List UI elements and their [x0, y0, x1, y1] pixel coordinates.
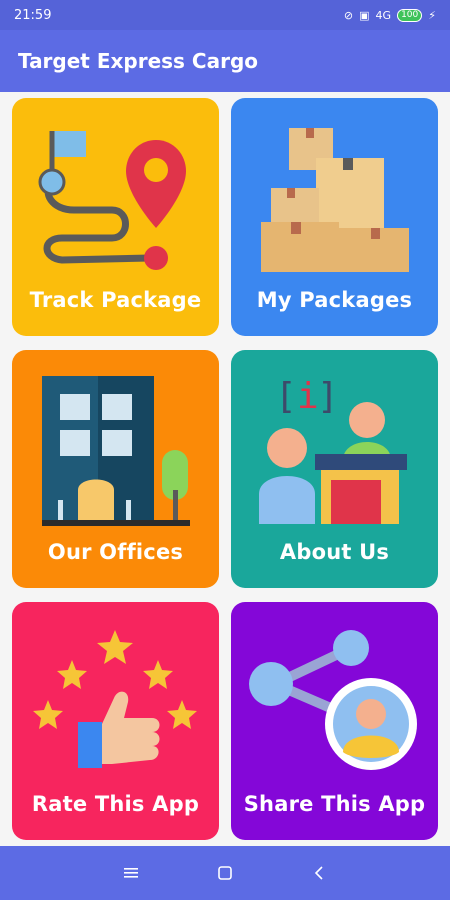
status-icons: ⊘ ▣ 4G 100 ⚡ [343, 8, 436, 22]
status-bar: 21:59 ⊘ ▣ 4G 100 ⚡ [0, 0, 450, 30]
battery-icon: 100 [397, 8, 423, 22]
status-time: 21:59 [14, 7, 52, 23]
battery-level: 100 [401, 9, 419, 20]
track-package-card[interactable]: Track Package [12, 98, 219, 336]
network-label: 4G [375, 8, 392, 22]
navigation-bar [0, 846, 450, 900]
svg-text:[: [ [275, 376, 297, 417]
card-label: Our Offices [47, 540, 184, 564]
rate-this-app-card[interactable]: Rate This App [12, 602, 219, 840]
card-label: Rate This App [31, 792, 200, 816]
app-bar: Target Express Cargo [0, 30, 450, 92]
card-label: Share This App [243, 792, 426, 816]
card-label: My Packages [256, 288, 413, 312]
bolt-icon: ⚡ [428, 8, 436, 22]
alarm-off-icon: ⊘ [343, 8, 354, 22]
svg-text:]: ] [317, 376, 339, 417]
app-title: Target Express Cargo [18, 49, 258, 73]
share-this-app-card[interactable]: Share This App [231, 602, 438, 840]
notification-icon: ▣ [359, 8, 370, 22]
about-us-card[interactable]: [ i ] About Us [231, 350, 438, 588]
back-chevron-icon [314, 866, 323, 880]
home-square-icon [218, 866, 232, 880]
my-packages-card[interactable]: My Packages [231, 98, 438, 336]
home-button[interactable] [178, 865, 272, 881]
our-offices-card[interactable]: Our Offices [12, 350, 219, 588]
svg-text:i: i [297, 376, 319, 417]
menu-icon [124, 868, 138, 878]
menu-grid: Track Package My Packages Our Offices [… [0, 92, 450, 846]
card-label: Track Package [29, 288, 202, 312]
card-label: About Us [279, 540, 390, 564]
menu-button[interactable] [84, 866, 178, 880]
back-button[interactable] [272, 865, 366, 881]
